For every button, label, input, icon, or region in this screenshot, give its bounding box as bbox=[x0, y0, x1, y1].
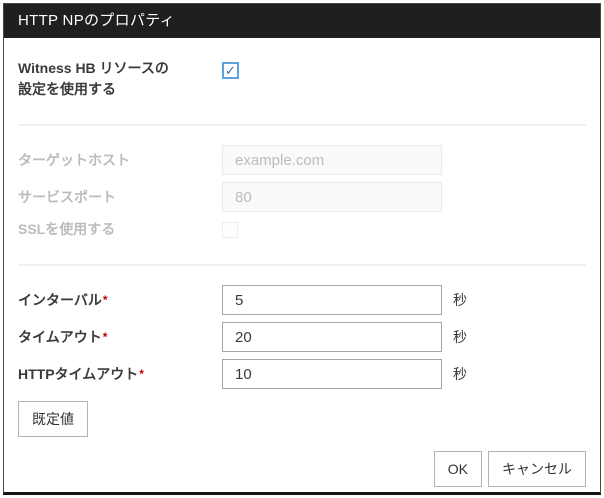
http-np-properties-dialog: HTTP NPのプロパティ Witness HB リソースの 設定を使用する ✓… bbox=[3, 3, 601, 495]
http-timeout-label: HTTPタイムアウト* bbox=[18, 364, 222, 385]
http-timeout-row: HTTPタイムアウト* 秒 bbox=[18, 359, 586, 389]
timeout-unit-label: 秒 bbox=[453, 327, 467, 347]
witness-setting-checkbox[interactable]: ✓ bbox=[222, 62, 239, 79]
http-timeout-unit-label: 秒 bbox=[453, 364, 467, 384]
interval-row: インターバル* 秒 bbox=[18, 285, 586, 315]
checkmark-icon: ✓ bbox=[225, 64, 236, 77]
witness-label-line2: 設定を使用する bbox=[18, 81, 116, 97]
required-asterisk: * bbox=[139, 367, 144, 381]
use-ssl-label: SSLを使用する bbox=[18, 219, 222, 240]
target-host-input[interactable] bbox=[222, 145, 442, 175]
required-asterisk: * bbox=[103, 330, 108, 344]
service-port-label: サービスポート bbox=[18, 187, 222, 208]
service-port-input[interactable] bbox=[222, 182, 442, 212]
witness-setting-row: Witness HB リソースの 設定を使用する ✓ bbox=[18, 58, 586, 100]
timing-settings-group: インターバル* 秒 タイムアウト* 秒 HTTPタイムアウト* 秒 bbox=[18, 285, 586, 389]
cancel-button[interactable]: キャンセル bbox=[488, 451, 586, 487]
witness-label-line1: Witness HB リソースの bbox=[18, 60, 169, 76]
use-ssl-row: SSLを使用する bbox=[18, 219, 586, 240]
interval-label: インターバル* bbox=[18, 290, 222, 311]
witness-setting-label: Witness HB リソースの 設定を使用する bbox=[18, 58, 222, 100]
dialog-body: Witness HB リソースの 設定を使用する ✓ ターゲットホスト サービス… bbox=[4, 38, 600, 487]
timeout-row: タイムアウト* 秒 bbox=[18, 322, 586, 352]
service-port-row: サービスポート bbox=[18, 182, 586, 212]
http-timeout-input[interactable] bbox=[222, 359, 442, 389]
timeout-input[interactable] bbox=[222, 322, 442, 352]
target-host-row: ターゲットホスト bbox=[18, 145, 586, 175]
dialog-title: HTTP NPのプロパティ bbox=[4, 4, 600, 38]
default-values-button[interactable]: 既定値 bbox=[18, 401, 88, 437]
ok-button[interactable]: OK bbox=[434, 451, 482, 487]
target-host-label: ターゲットホスト bbox=[18, 150, 222, 171]
section-divider-top bbox=[18, 124, 586, 126]
dialog-footer: OK キャンセル bbox=[18, 451, 586, 487]
use-ssl-checkbox[interactable] bbox=[222, 222, 238, 238]
host-settings-group: ターゲットホスト サービスポート SSLを使用する bbox=[18, 145, 586, 240]
interval-unit-label: 秒 bbox=[453, 290, 467, 310]
section-divider-bottom bbox=[18, 264, 586, 266]
timeout-label: タイムアウト* bbox=[18, 327, 222, 348]
interval-input[interactable] bbox=[222, 285, 442, 315]
required-asterisk: * bbox=[103, 293, 108, 307]
